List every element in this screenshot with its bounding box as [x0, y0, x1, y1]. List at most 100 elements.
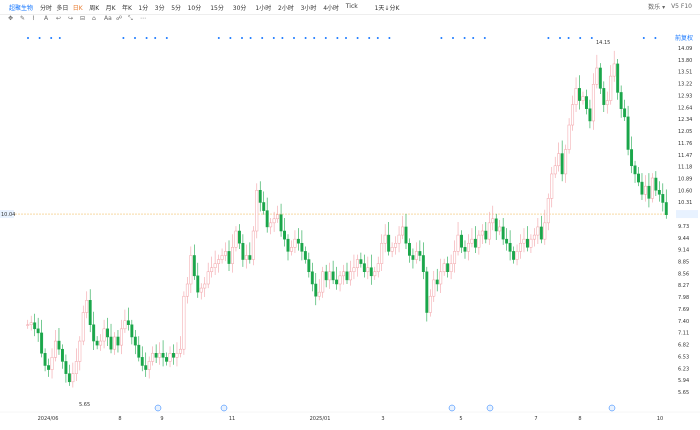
candle-body: [265, 210, 269, 228]
period-tab-5[interactable]: 年K: [122, 3, 132, 12]
candle-body: [352, 267, 356, 273]
y-tick-label: 8.85: [678, 260, 689, 266]
adjust-mode-label[interactable]: 前复权: [675, 33, 693, 42]
drawing-tool-1-icon[interactable]: ✎: [20, 15, 25, 22]
drawing-tool-4-icon[interactable]: ↩: [56, 15, 61, 22]
candle-body: [466, 242, 470, 252]
candle-body: [536, 226, 540, 236]
period-tab-15[interactable]: 4小时: [323, 3, 339, 12]
drawing-toolbar: ✥ ✎ ⌇ A ↩ ↪ ⊟ ⌂ Aa ☍ ⤡ ⋯: [0, 14, 700, 24]
period-tab-11[interactable]: 30分: [233, 3, 247, 12]
candle-body: [519, 242, 522, 252]
candle-body: [26, 324, 30, 326]
candle-body: [47, 365, 51, 370]
candle-body: [116, 336, 120, 346]
candle-body: [158, 353, 162, 358]
candle-body: [647, 185, 651, 199]
drawing-tool-3-icon[interactable]: A: [44, 15, 48, 22]
period-tab-3[interactable]: 周K: [89, 3, 99, 12]
candle-body: [394, 242, 398, 248]
y-tick-label: 6.53: [678, 354, 689, 360]
event-dot: [368, 37, 371, 39]
period-tab-7[interactable]: 3分: [155, 3, 165, 12]
event-dot: [165, 37, 168, 39]
period-tab-9[interactable]: 10分: [188, 3, 202, 12]
candle-body: [362, 263, 366, 273]
candle-body: [78, 340, 82, 362]
drawing-tool-10-icon[interactable]: ⤡: [128, 15, 133, 23]
event-dot: [324, 37, 327, 39]
period-tab-6[interactable]: 1分: [138, 3, 148, 12]
period-tab-14[interactable]: 3小时: [301, 3, 317, 12]
candle-body: [130, 324, 134, 338]
event-dot: [642, 37, 645, 39]
candle-body: [532, 234, 536, 240]
candle-body: [342, 271, 345, 277]
x-tick-label: 3: [381, 416, 384, 422]
y-tick-label: 10.60: [678, 188, 692, 194]
drawing-tool-7-icon[interactable]: ⌂: [92, 15, 96, 22]
candle-body: [74, 361, 78, 374]
drawing-tool-6-icon[interactable]: ⊟: [80, 15, 85, 22]
candle-body: [435, 279, 439, 285]
candle-body: [477, 234, 481, 248]
quote-links[interactable]: V5 F10: [671, 3, 692, 10]
candle-body: [623, 108, 627, 118]
drawing-tool-9-icon[interactable]: ☍: [116, 15, 122, 22]
candle-body: [231, 247, 234, 264]
period-tab-8[interactable]: 5分: [171, 3, 181, 12]
candle-body: [286, 238, 290, 252]
period-tab-12[interactable]: 1小时: [255, 3, 271, 12]
y-tick-label: 9.73: [678, 224, 689, 230]
period-tab-0[interactable]: 分时: [40, 3, 52, 12]
event-dot: [261, 37, 264, 39]
candle-body: [71, 373, 75, 383]
candle-body: [637, 173, 640, 183]
drawing-tool-11-icon[interactable]: ⋯: [140, 15, 146, 22]
candle-body: [161, 353, 165, 358]
event-dot: [241, 37, 243, 39]
event-dot: [336, 37, 339, 39]
min-price-label: 5.65: [79, 402, 90, 408]
candle-body: [605, 100, 609, 105]
y-tick-label: 11.18: [678, 165, 692, 171]
candle-body: [525, 238, 529, 248]
event-badge-icon: [486, 404, 494, 412]
period-tab-13[interactable]: 2小时: [278, 3, 294, 12]
candlestick-chart[interactable]: 14.09 13.80 13.51 13.22 12.93 12.64 12.34 12.05…: [0, 24, 700, 426]
y-tick-label: 8.56: [678, 271, 689, 277]
event-dot: [27, 37, 29, 39]
drawing-tool-8-icon[interactable]: Aa: [104, 15, 112, 22]
candle-body: [178, 348, 182, 354]
candle-body: [491, 218, 495, 224]
candle-body: [106, 328, 110, 338]
x-tick-label: 2024/06: [38, 416, 59, 422]
candle-body: [380, 242, 384, 264]
period-tab-2[interactable]: 日K: [73, 3, 83, 12]
period-tab-16[interactable]: Tick: [346, 3, 358, 10]
period-tab-17[interactable]: 1天↓分K: [375, 3, 400, 12]
period-tab-1[interactable]: 多日: [56, 3, 68, 12]
candle-body: [480, 230, 484, 236]
candle-body: [262, 202, 266, 211]
drawing-tool-2-icon[interactable]: ⌇: [32, 15, 35, 22]
candle-body: [408, 242, 411, 256]
period-tab-4[interactable]: 月K: [106, 3, 116, 12]
display-menu[interactable]: 数乐 ▾: [648, 2, 665, 11]
drawing-tool-0-icon[interactable]: ✥: [8, 15, 13, 22]
drawing-tool-5-icon[interactable]: ↪: [68, 15, 73, 22]
candle-body: [92, 324, 96, 342]
event-dot: [281, 37, 284, 39]
candle-body: [33, 322, 37, 330]
price-chart[interactable]: 14.09 13.80 13.51 13.22 12.93 12.64 12.34 12.05…: [0, 24, 700, 426]
candle-body: [598, 67, 602, 89]
stock-symbol[interactable]: 超聚生物: [9, 3, 33, 12]
candle-body: [283, 230, 286, 240]
candle-body: [345, 271, 349, 281]
y-tick-label: 6.23: [678, 366, 689, 372]
period-tab-10[interactable]: 15分: [210, 3, 224, 12]
candle-body: [113, 336, 116, 350]
event-dot: [249, 37, 252, 39]
event-dot: [654, 37, 657, 39]
candle-body: [220, 255, 224, 260]
